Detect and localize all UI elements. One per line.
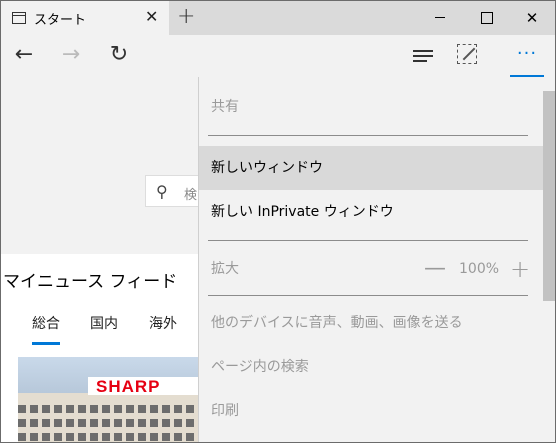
forward-arrow-icon[interactable]: → <box>53 35 89 77</box>
menu-item-new-inprivate[interactable]: 新しい InPrivate ウィンドウ <box>199 190 544 234</box>
new-tab-button[interactable]: + <box>177 4 195 29</box>
maximize-button[interactable] <box>463 1 509 35</box>
menu-item-print[interactable]: 印刷 <box>199 389 544 433</box>
page-icon <box>12 12 26 24</box>
menu-item-zoom: 拡大 — 100% + <box>199 247 544 291</box>
feed-tab-domestic[interactable]: 国内 <box>90 313 118 333</box>
menu-divider <box>208 295 528 296</box>
news-image[interactable]: SHARP <box>18 357 198 442</box>
feed-tab-general[interactable]: 総合 <box>32 313 60 345</box>
tab-close-icon[interactable]: ✕ <box>145 7 158 26</box>
hub-icon[interactable] <box>413 48 433 64</box>
minimize-button[interactable] <box>417 1 463 35</box>
menu-divider <box>208 240 528 241</box>
menu-item-cast[interactable]: 他のデバイスに音声、動画、画像を送る <box>199 301 544 345</box>
web-note-icon[interactable] <box>457 44 477 64</box>
back-arrow-icon[interactable]: ← <box>6 35 42 77</box>
building-sign: SHARP <box>96 377 161 396</box>
browser-window: スタート ✕ + ✕ ← → ↻ ··· ⚲ 検 マイニュース フィード 総合 … <box>0 0 556 443</box>
menu-scrollbar-thumb[interactable] <box>543 91 555 301</box>
search-icon: ⚲ <box>156 182 168 201</box>
menu-divider <box>208 135 528 136</box>
menu-item-new-window[interactable]: 新しいウィンドウ <box>199 146 544 190</box>
building <box>18 393 198 442</box>
feed-title: マイニュース フィード <box>3 272 178 292</box>
refresh-icon[interactable]: ↻ <box>101 35 137 77</box>
more-actions-button[interactable]: ··· <box>510 35 544 77</box>
zoom-out-button[interactable]: — <box>424 247 446 291</box>
navigation-bar: ← → ↻ ··· <box>1 35 555 77</box>
zoom-in-button[interactable]: + <box>510 247 530 291</box>
search-placeholder: 検 <box>184 188 198 203</box>
menu-item-share[interactable]: 共有 <box>199 85 544 129</box>
zoom-label: 拡大 <box>211 261 239 277</box>
menu-item-find[interactable]: ページ内の検索 <box>199 345 544 389</box>
more-menu: 共有 新しいウィンドウ 新しい InPrivate ウィンドウ 拡大 — 100… <box>198 77 544 442</box>
tab-title: スタート <box>34 13 87 28</box>
title-bar: スタート ✕ + ✕ <box>1 1 555 35</box>
zoom-level: 100% <box>459 261 500 277</box>
close-window-button[interactable]: ✕ <box>509 1 555 35</box>
feed-tab-overseas[interactable]: 海外 <box>149 313 177 333</box>
tab-start[interactable]: スタート ✕ <box>1 1 169 35</box>
